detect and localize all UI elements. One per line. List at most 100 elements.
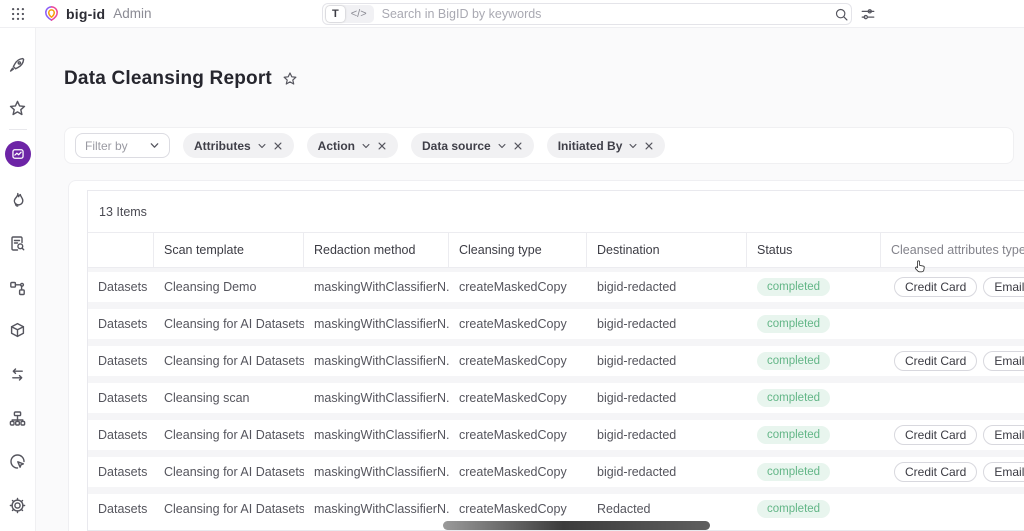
sidebar-item-activity[interactable] — [8, 451, 28, 471]
brand-name: big-id — [66, 6, 105, 22]
column-header-cleansed-attribute-types[interactable]: Cleansed attributes types — [881, 233, 1024, 267]
table-cell: createMaskedCopy — [449, 428, 587, 442]
sidebar-item-catalog[interactable] — [8, 320, 28, 340]
attribute-chip[interactable]: Credit Card — [894, 351, 977, 371]
chevron-down-icon[interactable] — [257, 141, 267, 151]
brand-suffix: Admin — [113, 6, 151, 21]
column-header-redaction-method[interactable]: Redaction method — [304, 233, 449, 267]
search-icon[interactable] — [834, 7, 849, 22]
status-badge: completed — [757, 315, 830, 333]
filter-by-select[interactable]: Filter by — [75, 133, 170, 158]
table-row[interactable]: DatasetsCleansing scanmaskingWithClassif… — [88, 383, 1024, 413]
close-icon[interactable] — [513, 141, 523, 151]
filter-bar: Filter by Attributes Action Data source … — [64, 127, 1014, 164]
search-mode-text-button[interactable]: T — [326, 6, 345, 22]
sidebar-item-favorites[interactable] — [8, 98, 28, 118]
sidebar-item-hierarchy[interactable] — [8, 408, 28, 428]
column-header-cleansing-type[interactable]: Cleansing type — [449, 233, 587, 267]
status-cell: completed — [747, 352, 881, 370]
sidebar-item-reports-active[interactable] — [5, 141, 31, 167]
attribute-chip[interactable]: Email — [983, 425, 1024, 445]
table-cell: bigid-redacted — [587, 465, 747, 479]
page-title: Data Cleansing Report — [64, 68, 272, 90]
mouse-cursor-hand — [912, 258, 927, 280]
cube-icon — [8, 321, 27, 340]
table-cell: bigid-redacted — [587, 354, 747, 368]
status-badge: completed — [757, 500, 830, 518]
table-cell: Cleansing for AI Datasets — [154, 502, 304, 516]
flame-icon — [8, 191, 27, 210]
status-badge: completed — [757, 352, 830, 370]
table-cell: Cleansing scan — [154, 391, 304, 405]
chevron-down-icon[interactable] — [361, 141, 371, 151]
column-header-empty[interactable] — [88, 233, 154, 267]
attribute-chip[interactable]: Email — [983, 277, 1024, 297]
filter-chip-label: Action — [318, 139, 355, 153]
sidebar-item-risk[interactable] — [8, 190, 28, 210]
top-bar: big-id Admin T </> — [0, 0, 1024, 28]
table-cell: createMaskedCopy — [449, 280, 587, 294]
status-cell: completed — [747, 278, 881, 296]
column-header-destination[interactable]: Destination — [587, 233, 747, 267]
table-row[interactable]: DatasetsCleansing for AI Datasetsmasking… — [88, 457, 1024, 487]
table-row[interactable]: DatasetsCleansing for AI Datasetsmasking… — [88, 346, 1024, 376]
close-icon[interactable] — [644, 141, 654, 151]
search-input[interactable] — [382, 7, 834, 21]
status-cell: completed — [747, 389, 881, 407]
chevron-down-icon — [149, 140, 160, 151]
gear-icon — [8, 496, 27, 515]
workflow-icon — [8, 279, 27, 298]
attribute-chip[interactable]: Credit Card — [894, 277, 977, 297]
attribute-chip[interactable]: Credit Card — [894, 462, 977, 482]
table-cell: maskingWithClassifierN... — [304, 391, 449, 405]
app-grid-icon[interactable] — [0, 6, 36, 22]
table-cell: bigid-redacted — [587, 391, 747, 405]
sitemap-icon — [8, 409, 27, 428]
filter-chip-action[interactable]: Action — [307, 133, 398, 158]
horizontal-scrollbar[interactable] — [443, 521, 710, 530]
chevron-down-icon[interactable] — [628, 141, 638, 151]
sidebar-divider — [9, 129, 27, 130]
search-settings-icon[interactable] — [860, 6, 876, 22]
attribute-chip[interactable]: Email — [983, 351, 1024, 371]
table-row[interactable]: DatasetsCleansing for AI Datasetsmasking… — [88, 309, 1024, 339]
bigid-fingerprint-logo-icon — [42, 4, 61, 23]
grid-dots-icon — [10, 6, 26, 22]
table-row[interactable]: DatasetsCleansing DemomaskingWithClassif… — [88, 272, 1024, 302]
sidebar-item-getting-started[interactable] — [8, 55, 28, 75]
filter-chip-label: Attributes — [194, 139, 251, 153]
status-badge: completed — [757, 463, 830, 481]
table-cell: Datasets — [88, 280, 154, 294]
close-icon[interactable] — [273, 141, 283, 151]
brand-logo[interactable]: big-id Admin — [42, 4, 152, 23]
search-mode-code-button[interactable]: </> — [345, 6, 373, 22]
report-table: 13 Items Scan template Redaction method … — [87, 190, 1024, 531]
table-row[interactable]: DatasetsCleansing for AI Datasetsmasking… — [88, 420, 1024, 450]
report-search-icon — [8, 234, 27, 253]
sidebar-item-workflows[interactable] — [8, 278, 28, 298]
table-body: DatasetsCleansing DemomaskingWithClassif… — [88, 268, 1024, 524]
chevron-down-icon[interactable] — [497, 141, 507, 151]
filter-chip-initiated-by[interactable]: Initiated By — [547, 133, 666, 158]
table-cell: Datasets — [88, 391, 154, 405]
column-header-status[interactable]: Status — [747, 233, 881, 267]
table-cell: Datasets — [88, 317, 154, 331]
attribute-chip[interactable]: Email — [983, 462, 1024, 482]
report-chart-icon — [10, 146, 26, 162]
table-row[interactable]: DatasetsCleansing for AI Datasetsmasking… — [88, 494, 1024, 524]
column-header-label: Cleansed attributes types — [891, 243, 1024, 257]
filter-chip-attributes[interactable]: Attributes — [183, 133, 294, 158]
sidebar-item-reports-explorer[interactable] — [8, 233, 28, 253]
filter-chip-data-source[interactable]: Data source — [411, 133, 534, 158]
attribute-chip[interactable]: Credit Card — [894, 425, 977, 445]
close-icon[interactable] — [377, 141, 387, 151]
page-header: Data Cleansing Report — [64, 68, 298, 90]
status-cell: completed — [747, 315, 881, 333]
filter-by-label: Filter by — [85, 139, 128, 153]
favorite-star-icon[interactable] — [282, 71, 298, 87]
sidebar-item-settings[interactable] — [8, 495, 28, 515]
column-header-scan-template[interactable]: Scan template — [154, 233, 304, 267]
sidebar-item-data-movement[interactable] — [8, 364, 28, 384]
status-cell: completed — [747, 500, 881, 518]
global-search[interactable]: T </> — [322, 3, 852, 25]
